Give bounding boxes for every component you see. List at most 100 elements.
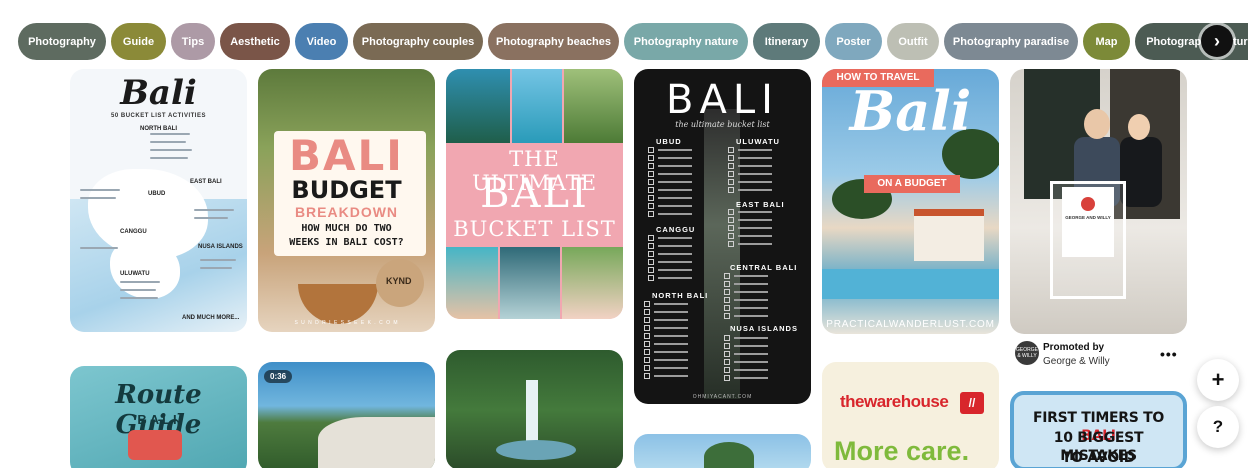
villa: [914, 209, 984, 261]
checkbox-icon: [728, 241, 734, 247]
pin-waterfall[interactable]: [446, 350, 623, 468]
pin-ultimate-bali-bucket-list[interactable]: THE ULTIMATE BALI BUCKET LIST: [446, 69, 623, 319]
pin-route-guide-bali[interactable]: Route Guide BALI: [70, 366, 247, 468]
list-line: [734, 307, 768, 309]
list-line: [734, 283, 768, 285]
pin-first-timers-bali[interactable]: FIRST TIMERS TO BALI 10 BIGGEST MISTAKES…: [1010, 391, 1187, 468]
list-line: [80, 247, 118, 249]
chip-guide[interactable]: Guide: [111, 23, 166, 60]
chip-photography-beaches[interactable]: Photography beaches: [488, 23, 619, 60]
promoter-name[interactable]: George & Willy: [1043, 356, 1110, 367]
list-line: [658, 269, 692, 271]
checkbox-icon: [648, 251, 654, 257]
list-line: [658, 213, 692, 215]
pin-palm-beach[interactable]: [634, 434, 811, 468]
region-label: CENTRAL BALI: [730, 263, 798, 272]
list-line: [734, 299, 768, 301]
pin-subtitle: the ultimate bucket list: [675, 120, 770, 129]
chevron-right-icon[interactable]: ›: [1201, 25, 1233, 57]
pin-the-warehouse-ad[interactable]: thewarehouse // More care.: [822, 362, 999, 468]
pin-site: OHMIYACANT.COM: [692, 394, 753, 400]
checkbox-icon: [648, 211, 654, 217]
region-label: EAST BALI: [190, 179, 222, 185]
board-text: GEORGE AND WILLY: [1065, 215, 1111, 220]
region-label: CANGGU: [120, 229, 147, 235]
region-label: CANGGU: [656, 225, 696, 234]
pin-bali-bucket-list-map[interactable]: Bali 50 BUCKET LIST ACTIVITIES NORTH BAL…: [70, 69, 247, 332]
list-line: [734, 369, 768, 371]
more-options-icon[interactable]: •••: [1160, 346, 1178, 362]
chip-photography-couples[interactable]: Photography couples: [353, 23, 483, 60]
avatar[interactable]: GEORGE & WILLY: [1015, 341, 1039, 365]
pin-video-cliff[interactable]: 0:36: [258, 362, 435, 468]
checkbox-icon: [724, 359, 730, 365]
pin-title-line: ON A BUDGET: [864, 175, 960, 193]
chip-itinerary[interactable]: Itinerary: [753, 23, 820, 60]
checkbox-icon: [648, 171, 654, 177]
list-line: [734, 275, 768, 277]
chip-video[interactable]: Video: [295, 23, 348, 60]
list-line: [150, 141, 186, 143]
pin-subtitle: HOW MUCH DO TWO: [301, 223, 392, 234]
list-line: [658, 261, 692, 263]
pin-promoted-george-willy[interactable]: GEORGE AND WILLY: [1010, 69, 1187, 334]
pin-how-to-travel-bali[interactable]: HOW TO TRAVEL Bali ON A BUDGET PRACTICAL…: [822, 69, 999, 334]
help-icon[interactable]: ?: [1197, 406, 1239, 448]
region-label: NORTH BALI: [652, 291, 709, 300]
checkbox-icon: [648, 147, 654, 153]
pin-title: BALI: [666, 77, 779, 123]
region-label: ULUWATU: [736, 137, 780, 146]
checkbox-icon: [648, 235, 654, 241]
list-line: [738, 235, 772, 237]
region-label: NUSA ISLANDS: [730, 324, 798, 333]
pin-bali-budget-breakdown[interactable]: BALI BUDGET BREAKDOWN HOW MUCH DO TWO WE…: [258, 69, 435, 332]
pool: [822, 269, 999, 299]
checkbox-icon: [728, 209, 734, 215]
list-line: [194, 209, 234, 211]
chip-photography-nature[interactable]: Photography nature: [624, 23, 748, 60]
chip-photography-paradise[interactable]: Photography paradise: [944, 23, 1078, 60]
pin-title-line: BUDGET: [291, 176, 402, 204]
checkbox-icon: [644, 365, 650, 371]
checkbox-icon: [644, 301, 650, 307]
checkbox-icon: [728, 187, 734, 193]
photo: [562, 247, 623, 319]
checkbox-icon: [724, 313, 730, 319]
checkbox-icon: [724, 305, 730, 311]
plus-icon[interactable]: +: [1197, 359, 1239, 401]
chip-map[interactable]: Map: [1083, 23, 1130, 60]
list-line: [658, 181, 692, 183]
list-line: [734, 337, 768, 339]
person: [1120, 137, 1162, 207]
checkbox-icon: [724, 281, 730, 287]
checkbox-icon: [648, 259, 654, 265]
checkbox-icon: [644, 373, 650, 379]
list-line: [150, 133, 190, 135]
list-line: [734, 353, 768, 355]
pin-bali-ultimate-bucket-list-dark[interactable]: BALI the ultimate bucket list UBUD ULUWA…: [634, 69, 811, 404]
photo: [446, 69, 510, 143]
checkbox-icon: [644, 341, 650, 347]
pin-site: PRACTICALWANDERLUST.COM: [826, 319, 995, 330]
list-line: [658, 165, 692, 167]
pin-title: Bali: [849, 79, 972, 143]
pool: [496, 440, 576, 460]
list-line: [738, 227, 772, 229]
chip-poster[interactable]: Poster: [825, 23, 882, 60]
chip-outfit[interactable]: Outfit: [887, 23, 939, 60]
list-line: [658, 149, 692, 151]
chip-aesthetic[interactable]: Aesthetic: [220, 23, 290, 60]
list-line: [738, 211, 772, 213]
checkbox-icon: [724, 375, 730, 381]
list-line: [658, 205, 692, 207]
list-line: [734, 291, 768, 293]
region-label: NUSA ISLANDS: [198, 244, 243, 250]
coconut-sign: KYND: [386, 276, 412, 286]
checkbox-icon: [724, 273, 730, 279]
chip-tips[interactable]: Tips: [171, 23, 215, 60]
chip-photography[interactable]: Photography: [18, 23, 106, 60]
pin-title-line: BREAKDOWN: [294, 204, 399, 220]
list-line: [654, 375, 688, 377]
list-line: [654, 359, 688, 361]
pin-title-line: TO AVOID: [1061, 450, 1136, 466]
